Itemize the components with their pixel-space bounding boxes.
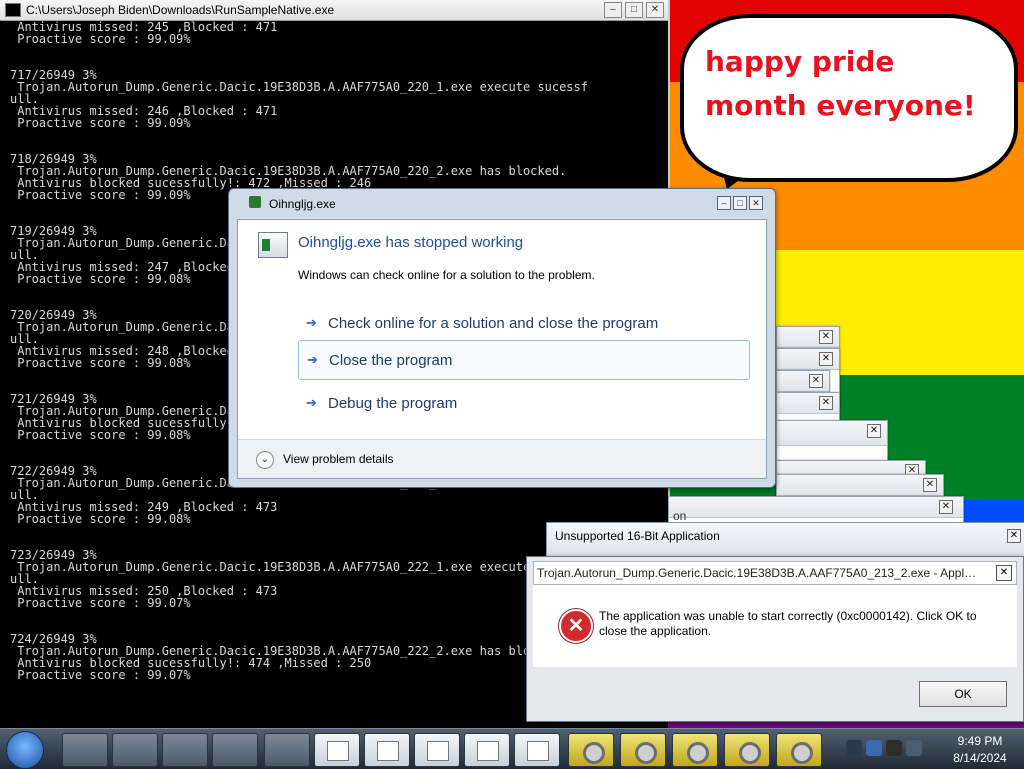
close-button[interactable]: ✕: [749, 196, 763, 210]
close-icon[interactable]: ✕: [867, 424, 881, 438]
wer-title: Oihngljg.exe: [269, 197, 336, 211]
gear-icon[interactable]: [568, 733, 614, 767]
close-icon[interactable]: ✕: [819, 330, 833, 344]
close-icon[interactable]: ✕: [819, 396, 833, 410]
wer-subtext: Windows can check online for a solution …: [298, 268, 595, 282]
wer-titlebar[interactable]: Oihngljg.exe – □ ✕: [237, 193, 767, 213]
media-player-icon[interactable]: [112, 733, 158, 767]
chevron-up-icon[interactable]: [846, 740, 862, 756]
error-icon: ✕: [559, 609, 593, 643]
maximize-button[interactable]: □: [733, 196, 747, 210]
gear-icon[interactable]: [724, 733, 770, 767]
speech-bubble-text: happy pride month everyone!: [705, 45, 976, 122]
close-icon[interactable]: ✕: [819, 352, 833, 366]
view-details-link[interactable]: View problem details: [283, 452, 394, 466]
magnifier-icon[interactable]: [264, 733, 310, 767]
gear-icon[interactable]: [620, 733, 666, 767]
close-button[interactable]: ✕: [996, 565, 1012, 581]
console-line: Trojan.Autorun_Dump.Generic.Dacic.19E38D…: [10, 80, 588, 94]
volume-icon[interactable]: [906, 740, 922, 756]
option-label: Close the program: [329, 351, 453, 369]
check-online-option[interactable]: ➔ Check online for a solution and close …: [298, 304, 748, 342]
window-taskbar-button[interactable]: [464, 733, 510, 767]
app-error-message: The application was unable to start corr…: [599, 609, 977, 638]
start-button[interactable]: [6, 731, 44, 769]
console-title: C:\Users\Joseph Biden\Downloads\RunSampl…: [26, 3, 335, 17]
wer-footer: ⌄ View problem details: [238, 439, 766, 478]
program-icon: [258, 232, 288, 258]
firefox-icon[interactable]: [212, 733, 258, 767]
app-error-body: ✕ The application was unable to start co…: [533, 585, 1017, 667]
close-icon[interactable]: ✕: [809, 374, 823, 388]
console-titlebar[interactable]: C:\Users\Joseph Biden\Downloads\RunSampl…: [0, 0, 668, 21]
wer-heading: Oihngljg.exe has stopped working: [298, 234, 524, 251]
app-error-title: Trojan.Autorun_Dump.Generic.Dacic.19E38D…: [537, 566, 977, 580]
wer-dialog[interactable]: Oihngljg.exe – □ ✕ Oihngljg.exe has stop…: [228, 188, 776, 488]
clock-date: 8/14/2024: [953, 751, 1007, 765]
close-program-option[interactable]: ➔ Close the program: [298, 340, 750, 380]
minimize-button[interactable]: –: [717, 196, 731, 210]
taskbar: 9:49 PM 8/14/2024: [0, 728, 1024, 769]
console-icon: [5, 3, 21, 17]
stacked-window-partial-title: on: [673, 509, 687, 523]
close-button[interactable]: ✕: [1007, 529, 1021, 543]
option-label: Check online for a solution and close th…: [328, 314, 659, 332]
network-icon[interactable]: [866, 740, 882, 756]
arrow-right-icon: ➔: [306, 395, 317, 410]
clock-time: 9:49 PM: [957, 734, 1003, 748]
window-taskbar-button[interactable]: [314, 733, 360, 767]
clock[interactable]: 9:49 PM 8/14/2024: [940, 733, 1020, 767]
console-line: Proactive score : 99.09%: [10, 32, 191, 46]
option-label: Debug the program: [328, 394, 458, 412]
close-icon[interactable]: ✕: [939, 500, 953, 514]
globe-icon[interactable]: [162, 733, 208, 767]
window-taskbar-button[interactable]: [364, 733, 410, 767]
gear-icon[interactable]: [776, 733, 822, 767]
window-taskbar-button[interactable]: [414, 733, 460, 767]
close-button[interactable]: ✕: [646, 2, 664, 18]
console-taskbar-icon[interactable]: [62, 733, 108, 767]
minimize-button[interactable]: –: [604, 2, 622, 18]
unsupported-16bit-window[interactable]: Unsupported 16-Bit Application ✕: [546, 522, 1024, 558]
monitor-icon[interactable]: [886, 740, 902, 756]
maximize-button[interactable]: □: [625, 2, 643, 18]
system-tray: [846, 731, 946, 767]
window-taskbar-button[interactable]: [514, 733, 560, 767]
ok-button[interactable]: OK: [919, 681, 1007, 707]
chevron-down-icon[interactable]: ⌄: [256, 451, 274, 469]
debug-program-option[interactable]: ➔ Debug the program: [298, 384, 748, 422]
unsupported-16bit-title: Unsupported 16-Bit Application: [555, 529, 720, 543]
gear-icon[interactable]: [672, 733, 718, 767]
arrow-right-icon: ➔: [306, 315, 317, 330]
arrow-right-icon: ➔: [307, 352, 318, 367]
application-error-dialog[interactable]: Trojan.Autorun_Dump.Generic.Dacic.19E38D…: [526, 556, 1024, 722]
app-icon: [249, 196, 261, 208]
wer-content: Oihngljg.exe has stopped working Windows…: [237, 219, 767, 479]
app-error-titlebar[interactable]: Trojan.Autorun_Dump.Generic.Dacic.19E38D…: [533, 561, 1017, 585]
close-icon[interactable]: ✕: [923, 478, 937, 492]
console-line: Proactive score : 99.09%: [10, 116, 191, 130]
